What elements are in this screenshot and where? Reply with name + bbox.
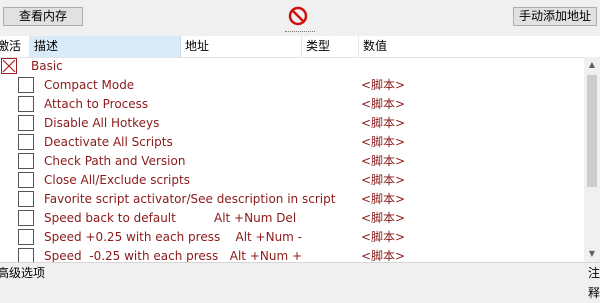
table-row[interactable]: Attach to Process <脚本> [0,95,584,114]
table-row[interactable]: Check Path and Version <脚本> [0,152,584,171]
splitter-grip[interactable] [285,31,315,34]
row-description: Check Path and Version [44,154,186,168]
row-value: <脚本> [361,116,406,130]
scroll-up-arrow-icon[interactable]: ▲ [584,57,600,73]
row-value: <脚本> [361,173,406,187]
activate-checkbox[interactable] [18,229,34,245]
row-description: Attach to Process [44,97,149,111]
table-rows: Basic Compact Mode <脚本> Attach to Proces… [0,57,584,262]
row-description: Compact Mode [44,78,135,92]
row-value: <脚本> [361,97,406,111]
column-header-active[interactable]: 激活 [0,36,30,57]
no-entry-icon [288,6,308,26]
table-header: 激活 描述 地址 类型 数值 [0,36,600,58]
row-value: <脚本> [361,135,406,149]
table-row[interactable]: Basic [0,57,584,76]
row-description: Deactivate All Scripts [44,135,173,149]
row-description: Favorite script activator/See descriptio… [44,192,336,206]
activate-checkbox[interactable] [18,248,34,262]
activate-checkbox[interactable] [18,77,34,93]
row-value: <脚本> [361,249,406,262]
scroll-thumb[interactable] [587,75,597,187]
advanced-options-link[interactable]: 高级选项 [0,263,45,283]
column-header-value[interactable]: 数值 [359,36,600,57]
row-description: Close All/Exclude scripts [44,173,190,187]
table-row[interactable]: Close All/Exclude scripts <脚本> [0,171,584,190]
column-header-description[interactable]: 描述 [30,36,181,57]
clear-button[interactable] [286,5,310,27]
activate-checkbox[interactable] [18,191,34,207]
row-value: <脚本> [361,230,406,244]
row-description: Basic [31,59,63,73]
column-header-type[interactable]: 类型 [302,36,359,57]
scroll-down-arrow-icon[interactable]: ▼ [584,246,600,262]
table-row[interactable]: Deactivate All Scripts <脚本> [0,133,584,152]
activate-checkbox[interactable] [18,134,34,150]
row-description: Speed back to default Alt +Num Del [44,211,297,225]
table-row[interactable]: Speed +0.25 with each press Alt +Num - <… [0,228,584,247]
row-description: Speed +0.25 with each press Alt +Num - [44,230,303,244]
row-value: <脚本> [361,154,406,168]
row-description: Speed -0.25 with each press Alt +Num + [44,249,303,262]
vertical-scrollbar[interactable]: ▲ ▼ [584,57,600,262]
cross-mark-icon [2,59,16,73]
status-bar: 高级选项 注释 [0,262,600,300]
column-header-address[interactable]: 地址 [181,36,302,57]
table-row[interactable]: Compact Mode <脚本> [0,76,584,95]
view-memory-button[interactable]: 查看内存 [3,7,83,26]
table-comments-link[interactable]: 注释 [588,263,600,303]
row-description: Disable All Hotkeys [44,116,160,130]
cheat-table: 激活 描述 地址 类型 数值 Basic Compact Mode <脚本> A… [0,36,600,262]
add-address-manually-button[interactable]: 手动添加地址 [513,7,597,26]
row-value: <脚本> [361,78,406,92]
table-row[interactable]: Speed back to default Alt +Num Del <脚本> [0,209,584,228]
row-value: <脚本> [361,211,406,225]
activate-checkbox[interactable] [1,58,17,74]
table-row[interactable]: Disable All Hotkeys <脚本> [0,114,584,133]
activate-checkbox[interactable] [18,172,34,188]
table-row[interactable]: Speed -0.25 with each press Alt +Num + <… [0,247,584,262]
activate-checkbox[interactable] [18,96,34,112]
row-value: <脚本> [361,192,406,206]
table-row[interactable]: Favorite script activator/See descriptio… [0,190,584,209]
activate-checkbox[interactable] [18,153,34,169]
activate-checkbox[interactable] [18,210,34,226]
activate-checkbox[interactable] [18,115,34,131]
